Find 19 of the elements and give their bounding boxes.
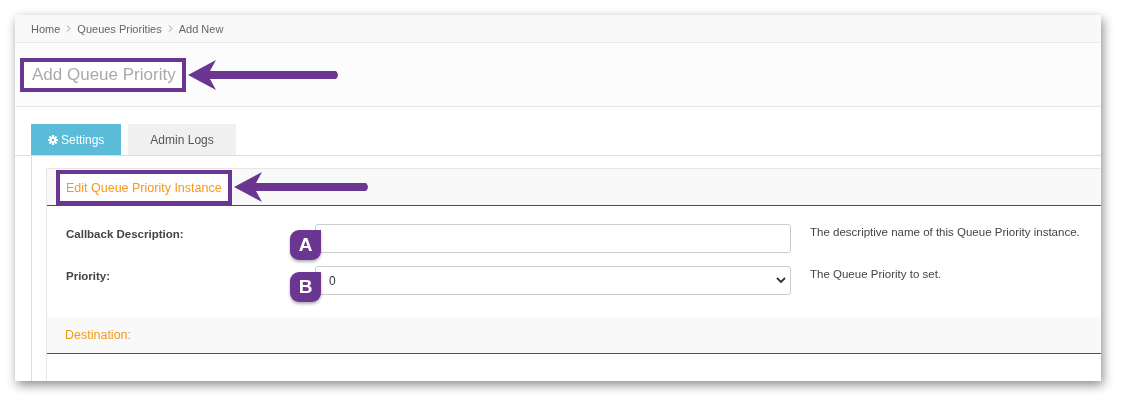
text-field[interactable] bbox=[315, 224, 791, 253]
chevron-icon bbox=[167, 25, 173, 32]
help-text: The Queue Priority to set. bbox=[810, 267, 942, 280]
tab[interactable]: Admin Logs bbox=[128, 124, 236, 155]
page-title: Add Queue Priority bbox=[32, 64, 176, 85]
help-text: The descriptive name of this Queue Priority instance. bbox=[810, 225, 1080, 238]
breadcrumb-link[interactable]: Queues Priorities bbox=[77, 22, 162, 35]
chevron-down-icon bbox=[776, 277, 786, 284]
annotation-badge: A bbox=[290, 230, 321, 260]
field-label: Priority: bbox=[66, 269, 112, 282]
gear-icon bbox=[48, 134, 58, 145]
breadcrumb-link[interactable]: Home bbox=[31, 22, 61, 35]
field-label: Callback Description: bbox=[66, 227, 185, 240]
breadcrumb-current: Add New bbox=[178, 22, 224, 35]
section-title: Destination: bbox=[65, 328, 131, 342]
priority-dropdown[interactable]: 0 bbox=[315, 266, 791, 295]
panel-title: Edit Queue Priority Instance bbox=[66, 180, 222, 195]
chevron-icon bbox=[66, 25, 72, 32]
annotation-badge: B bbox=[290, 272, 321, 302]
